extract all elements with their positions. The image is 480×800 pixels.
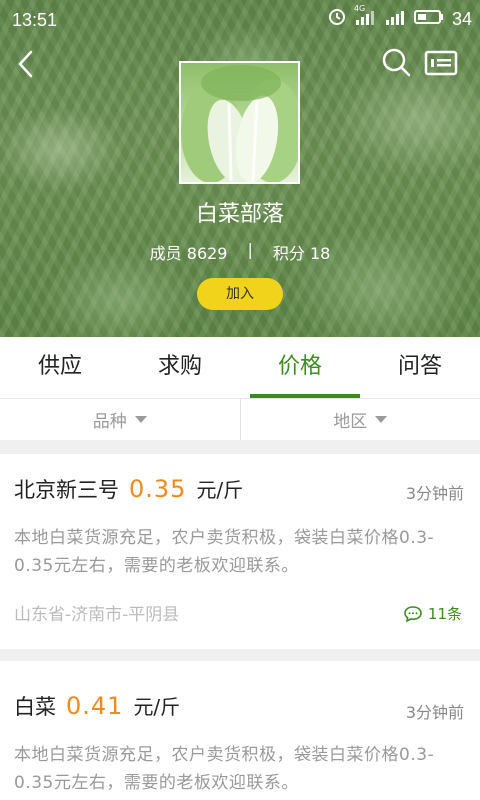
price-post[interactable]: 北京新三号 0.35 元/斤 3分钟前 本地白菜货源充足，农户卖货积极，袋装白菜… [0, 454, 480, 649]
post-price: 0.35 [129, 475, 187, 503]
post-unit: 元/斤 [196, 478, 244, 502]
tab-bar: 供应 求购 价格 问答 [0, 337, 480, 397]
search-icon [382, 48, 411, 77]
comment-icon [404, 605, 422, 622]
group-avatar [179, 61, 300, 184]
group-info-button[interactable] [424, 48, 458, 78]
stats-separator: | [247, 240, 253, 259]
post-comments-button[interactable]: 11条 [403, 603, 462, 624]
section-gap [0, 649, 480, 661]
network-type-label: 4G [353, 4, 366, 13]
post-time: 3分钟前 [405, 703, 464, 722]
region-filter-label: 地区 [333, 412, 368, 432]
region-filter[interactable]: 地区 [241, 399, 480, 440]
status-time: 13:51 [12, 10, 58, 30]
post-unit: 元/斤 [133, 695, 181, 719]
post-variety-name: 白菜 [14, 695, 56, 719]
tab-price[interactable]: 价格 [240, 337, 360, 397]
post-location: 山东省-济南市-平阴县 [14, 605, 180, 625]
post-header: 白菜 0.41 元/斤 [14, 691, 180, 721]
status-icons: 4G 34 [328, 4, 472, 31]
search-button[interactable] [380, 46, 412, 78]
caret-down-icon [375, 416, 388, 423]
post-variety-name: 北京新三号 [14, 478, 119, 502]
alarm-icon [328, 8, 346, 31]
join-button[interactable]: 加入 [197, 278, 283, 310]
caret-down-icon [134, 416, 147, 423]
points-count: 积分 18 [272, 244, 331, 263]
signal-icon [384, 8, 406, 31]
signal-4g-icon: 4G [354, 4, 376, 31]
comments-count: 11条 [427, 605, 462, 623]
tab-qa[interactable]: 问答 [360, 337, 480, 397]
filter-bar: 品种 地区 [0, 398, 480, 440]
group-stats: 成员 8629 | 积分 18 [0, 240, 480, 264]
members-count: 成员 8629 [149, 244, 228, 263]
variety-filter[interactable]: 品种 [0, 399, 240, 440]
battery-level: 34 [451, 9, 472, 29]
tab-supply[interactable]: 供应 [0, 337, 120, 397]
back-button[interactable] [14, 48, 38, 80]
price-post[interactable]: 白菜 0.41 元/斤 3分钟前 本地白菜货源充足，农户卖货积极，袋装白菜价格0… [0, 661, 480, 800]
post-description: 本地白菜货源充足，农户卖货积极，袋装白菜价格0.3-0.35元左右，需要的老板欢… [14, 528, 435, 576]
post-time: 3分钟前 [405, 484, 464, 503]
post-description: 本地白菜货源充足，农户卖货积极，袋装白菜价格0.3-0.35元左右，需要的老板欢… [14, 745, 435, 793]
cabbage-image [181, 65, 298, 182]
status-bar: 13:51 4G 34 [0, 0, 480, 40]
battery-icon [413, 9, 444, 30]
tab-purchase[interactable]: 求购 [120, 337, 240, 397]
post-header: 北京新三号 0.35 元/斤 [14, 474, 243, 504]
id-card-icon [424, 50, 458, 76]
section-gap [0, 440, 480, 454]
group-name: 白菜部落 [195, 202, 284, 227]
chevron-left-icon [18, 50, 33, 78]
variety-filter-label: 品种 [92, 412, 127, 432]
post-price: 0.41 [66, 692, 124, 720]
